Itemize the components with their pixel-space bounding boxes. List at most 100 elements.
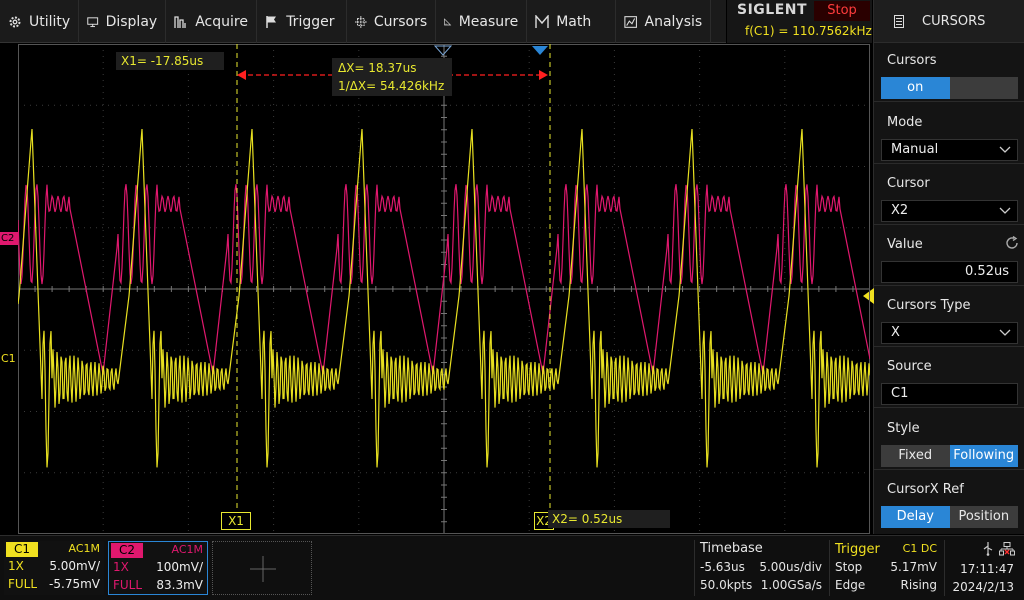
chevron-down-icon — [999, 329, 1011, 336]
delta-x-value: ΔX= 18.37us — [338, 61, 417, 75]
flag-icon — [266, 15, 277, 28]
x2-readout: X2= 0.52us — [548, 510, 670, 528]
add-channel-box[interactable] — [212, 541, 312, 595]
menu-utility-label: Utility — [29, 13, 71, 30]
inverse-delta-x-value: 1/ΔX= 54.426kHz — [338, 79, 445, 93]
cursors-toggle[interactable]: on — [881, 77, 1018, 99]
clock-box: 17:11:47 2024/2/13 — [944, 540, 1024, 596]
menu-trigger-label: Trigger — [286, 13, 335, 30]
menu-acquire-label: Acquire — [195, 13, 248, 30]
menu-math-label: Math — [556, 13, 592, 30]
cursorx-ref-delay-option[interactable]: Delay — [881, 506, 950, 528]
mode-label: Mode — [887, 115, 923, 130]
trigger-state: Stop — [835, 560, 863, 574]
menu-display[interactable]: Display — [79, 0, 167, 43]
brand-logo: SIGLENT — [737, 2, 808, 18]
trigger-label: Trigger — [835, 542, 880, 557]
delta-arrow-left — [237, 70, 246, 80]
menu-bar: Utility Display Acquire Trigger Cursors … — [0, 0, 726, 43]
run-status-badge[interactable]: Stop — [814, 1, 870, 21]
network-disconnected-icon — [999, 542, 1015, 556]
chevron-down-icon — [999, 146, 1011, 153]
cursors-type-label: Cursors Type — [887, 298, 971, 313]
mode-section: Mode Manual — [874, 106, 1024, 164]
menu-cursors-label: Cursors — [373, 13, 428, 30]
timebase-delay: -5.63us — [700, 560, 745, 574]
panel-title: CURSORS — [922, 13, 986, 29]
cursorx-ref-label: CursorX Ref — [887, 482, 964, 497]
mode-value: Manual — [891, 142, 939, 157]
cursors-label: Cursors — [887, 53, 937, 68]
style-toggle[interactable]: Fixed Following — [881, 445, 1018, 467]
waveform-display[interactable] — [18, 44, 870, 534]
acquire-icon — [174, 15, 186, 28]
waveform-canvas — [18, 44, 870, 534]
style-following-option[interactable]: Following — [949, 445, 1018, 467]
cursors-section: Cursors on — [874, 44, 1024, 102]
trigger-slope: Rising — [900, 578, 937, 592]
cursors-panel: CURSORS Cursors on Mode Manual Cursor X2… — [873, 0, 1024, 534]
value-input[interactable]: 0.52us — [881, 261, 1018, 283]
cursor-value: X2 — [891, 203, 909, 218]
c1-info-box[interactable]: C1 AC1M 1X 5.00mV/ FULL -5.75mV — [4, 541, 104, 595]
cursorx-ref-toggle[interactable]: Delay Position — [881, 506, 1018, 528]
c1-probe: 1X — [8, 559, 24, 573]
brand-status: SIGLENT Stop f(C1) = 110.7562kHz — [727, 0, 872, 43]
delta-readout: ΔX= 18.37us 1/ΔX= 54.426kHz — [332, 58, 452, 96]
c2-name: C2 — [111, 543, 143, 558]
menu-utility[interactable]: Utility — [0, 0, 80, 43]
menu-analysis[interactable]: Analysis — [616, 0, 712, 43]
cursors-on-option[interactable]: on — [881, 77, 950, 99]
horizontal-center-marker — [433, 45, 453, 56]
value-label: Value — [887, 237, 923, 252]
chevron-down-icon — [999, 207, 1011, 214]
c2-info-box[interactable]: C2 AC1M 1X 100mV/ FULL 83.3mV — [108, 541, 208, 595]
c2-bandwidth: FULL — [113, 578, 143, 592]
clock-time: 17:11:47 — [960, 562, 1014, 576]
monitor-icon — [87, 16, 99, 27]
usb-icon — [983, 542, 993, 556]
timebase-label: Timebase — [700, 541, 763, 556]
refresh-icon[interactable] — [1005, 236, 1019, 250]
timebase-box[interactable]: Timebase -5.63us 5.00us/div 50.0kpts 1.00G… — [694, 540, 827, 596]
menu-measure-label: Measure — [458, 13, 519, 30]
cursor-select[interactable]: X2 — [881, 200, 1018, 222]
source-label: Source — [887, 359, 932, 374]
menu-trigger[interactable]: Trigger — [257, 0, 348, 43]
timebase-scale: 5.00us/div — [759, 560, 822, 574]
panel-header[interactable]: CURSORS — [874, 0, 1024, 43]
x1-cursor-tag[interactable]: X1 — [221, 512, 251, 530]
c2-marker[interactable]: C2 — [0, 232, 18, 245]
menu-analysis-label: Analysis — [644, 13, 703, 30]
graticule — [18, 44, 870, 534]
menu-math[interactable]: Math — [527, 0, 617, 43]
cursors-type-section: Cursors Type X — [874, 289, 1024, 347]
cursorx-ref-position-option[interactable]: Position — [949, 506, 1018, 528]
c1-name: C1 — [6, 542, 38, 557]
cursors-type-select[interactable]: X — [881, 322, 1018, 344]
analysis-icon — [624, 15, 638, 28]
c2-offset: 83.3mV — [156, 578, 203, 592]
plus-icon — [250, 556, 276, 582]
mode-select[interactable]: Manual — [881, 139, 1018, 161]
trigger-position-marker[interactable] — [532, 46, 548, 55]
trigger-source: C1 DC — [902, 542, 937, 555]
crosshair-icon — [355, 15, 367, 28]
cursors-off-option[interactable] — [949, 77, 1018, 99]
menu-cursors[interactable]: Cursors — [347, 0, 437, 43]
memory-depth: 50.0kpts — [700, 578, 753, 592]
menu-measure[interactable]: Measure — [436, 0, 528, 43]
style-fixed-option[interactable]: Fixed — [881, 445, 950, 467]
x1-readout: X1= -17.85us — [116, 52, 224, 70]
math-icon — [535, 14, 549, 28]
c1-marker[interactable]: C1 — [1, 352, 16, 365]
source-section: Source C1 — [874, 350, 1024, 408]
menu-acquire[interactable]: Acquire — [166, 0, 258, 43]
status-bar: C1 AC1M 1X 5.00mV/ FULL -5.75mV C2 AC1M 1X… — [0, 535, 1024, 600]
sample-rate: 1.00GSa/s — [760, 578, 822, 592]
cursorx-ref-section: CursorX Ref Delay Position — [874, 473, 1024, 531]
cursors-type-value: X — [891, 325, 900, 340]
c2-scale: 100mV/ — [156, 560, 203, 574]
source-select[interactable]: C1 — [881, 383, 1018, 405]
trigger-box[interactable]: Trigger C1 DC Stop 5.17mV Edge Rising — [829, 540, 942, 596]
